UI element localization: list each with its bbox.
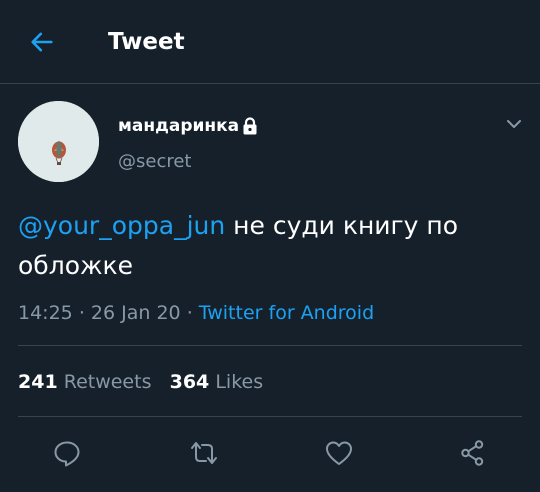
reply-button[interactable] bbox=[50, 436, 84, 470]
tweet-stats: 241 Retweets 364 Likes bbox=[18, 369, 263, 395]
lock-icon bbox=[243, 117, 257, 135]
page-title: Tweet bbox=[108, 29, 185, 55]
avatar[interactable] bbox=[18, 101, 99, 182]
like-button[interactable] bbox=[322, 436, 356, 470]
mention-link[interactable]: @your_oppa_jun bbox=[18, 211, 225, 240]
tweet-source[interactable]: Twitter for Android bbox=[199, 302, 374, 324]
retweets-count: 241 bbox=[18, 371, 58, 393]
retweets-stat[interactable]: 241 Retweets bbox=[18, 371, 151, 393]
tweet-time: 14:25 bbox=[18, 302, 73, 324]
divider bbox=[18, 345, 522, 346]
tweet-date: 26 Jan 20 bbox=[90, 302, 181, 324]
tweet-meta: 14:25 · 26 Jan 20 · Twitter for Android bbox=[18, 300, 374, 326]
share-button[interactable] bbox=[456, 436, 490, 470]
display-name[interactable]: мандаринка bbox=[118, 115, 239, 137]
meta-separator: · bbox=[78, 302, 85, 324]
retweet-icon bbox=[191, 442, 217, 464]
likes-stat[interactable]: 364 Likes bbox=[170, 371, 264, 393]
like-icon bbox=[326, 441, 352, 465]
likes-count: 364 bbox=[169, 371, 210, 393]
top-bar: Tweet bbox=[0, 0, 540, 84]
reply-icon bbox=[54, 441, 80, 467]
likes-label: Likes bbox=[215, 371, 264, 393]
retweets-label: Retweets bbox=[63, 371, 152, 393]
user-handle[interactable]: @secret bbox=[118, 150, 192, 174]
divider bbox=[18, 416, 522, 417]
more-options-button[interactable] bbox=[500, 110, 528, 138]
tweet-text: @your_oppa_jun не суди книгу по обложке bbox=[18, 206, 508, 286]
hot-air-balloon-image bbox=[18, 101, 99, 182]
chevron-down-icon bbox=[507, 120, 521, 128]
share-icon bbox=[461, 440, 484, 466]
meta-separator: · bbox=[186, 302, 193, 324]
arrow-left-icon bbox=[31, 32, 53, 52]
retweet-button[interactable] bbox=[187, 436, 221, 470]
back-button[interactable] bbox=[26, 26, 58, 58]
